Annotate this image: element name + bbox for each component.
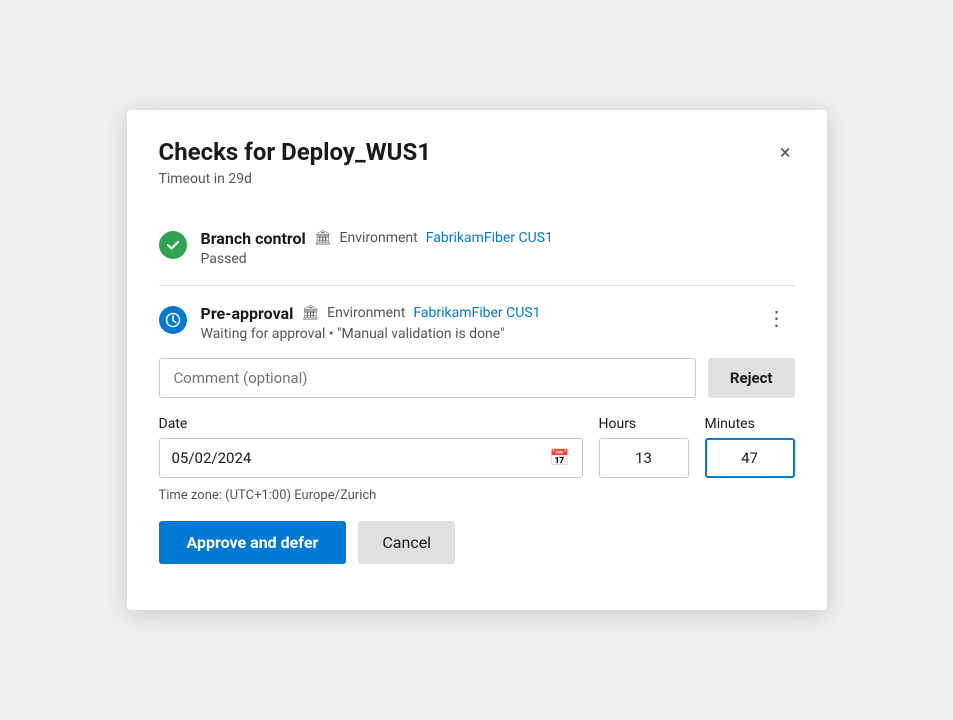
hours-input[interactable] [599, 438, 689, 478]
modal-container: Checks for Deploy_WUS1 Timeout in 29d × … [127, 110, 827, 610]
branch-control-env-link[interactable]: FabrikamFiber CUS1 [426, 230, 553, 246]
date-input[interactable] [172, 449, 550, 467]
branch-control-row: Branch control 🏛 Environment FabrikamFib… [159, 229, 795, 267]
minutes-field-group: Minutes [705, 416, 795, 478]
reject-button[interactable]: Reject [708, 358, 795, 398]
pre-approval-icon [159, 306, 187, 334]
timezone-text: Time zone: (UTC+1:00) Europe/Zurich [159, 488, 795, 503]
modal-title: Checks for Deploy_WUS1 [159, 138, 432, 167]
branch-control-title-row: Branch control 🏛 Environment FabrikamFib… [201, 229, 795, 248]
date-field-group: Date 📅 [159, 416, 583, 478]
modal-subtitle: Timeout in 29d [159, 171, 432, 187]
modal-header: Checks for Deploy_WUS1 Timeout in 29d × [159, 138, 795, 187]
clock-icon [159, 306, 187, 334]
action-row: Approve and defer Cancel [159, 521, 795, 564]
check-circle-icon [159, 231, 187, 259]
pre-approval-status: Waiting for approval • "Manual validatio… [201, 326, 745, 342]
three-dot-menu-button[interactable]: ⋮ [759, 304, 795, 332]
date-time-row: Date 📅 Hours Minutes [159, 416, 795, 478]
minutes-input[interactable] [705, 438, 795, 478]
branch-control-status: Passed [201, 251, 795, 267]
branch-control-section: Branch control 🏛 Environment FabrikamFib… [159, 211, 795, 285]
approve-defer-button[interactable]: Approve and defer [159, 521, 347, 564]
pre-approval-form: Reject Date 📅 Hours Minutes [159, 358, 795, 564]
pre-approval-content: Pre-approval 🏛 Environment FabrikamFiber… [201, 304, 745, 342]
branch-control-content: Branch control 🏛 Environment FabrikamFib… [201, 229, 795, 267]
calendar-icon[interactable]: 📅 [550, 448, 570, 467]
pre-approval-title-row: Pre-approval 🏛 Environment FabrikamFiber… [201, 304, 745, 323]
comment-reject-row: Reject [159, 358, 795, 398]
pre-approval-row: Pre-approval 🏛 Environment FabrikamFiber… [159, 304, 795, 342]
comment-input[interactable] [159, 358, 696, 398]
header-text: Checks for Deploy_WUS1 Timeout in 29d [159, 138, 432, 187]
hours-field-group: Hours [599, 416, 689, 478]
pre-approval-env-icon: 🏛 [301, 305, 319, 321]
branch-control-env-label: Environment [340, 230, 418, 246]
pre-approval-name: Pre-approval [201, 304, 294, 323]
branch-control-name: Branch control [201, 229, 306, 248]
close-button[interactable]: × [776, 138, 795, 166]
date-label: Date [159, 416, 583, 432]
pre-approval-section: Pre-approval 🏛 Environment FabrikamFiber… [159, 285, 795, 582]
pre-approval-env-link[interactable]: FabrikamFiber CUS1 [413, 305, 540, 321]
date-input-wrapper: 📅 [159, 438, 583, 478]
minutes-label: Minutes [705, 416, 795, 432]
cancel-button[interactable]: Cancel [358, 521, 455, 564]
branch-control-icon [159, 231, 187, 259]
pre-approval-env-label: Environment [327, 305, 405, 321]
branch-control-env-icon: 🏛 [314, 230, 332, 246]
hours-label: Hours [599, 416, 689, 432]
